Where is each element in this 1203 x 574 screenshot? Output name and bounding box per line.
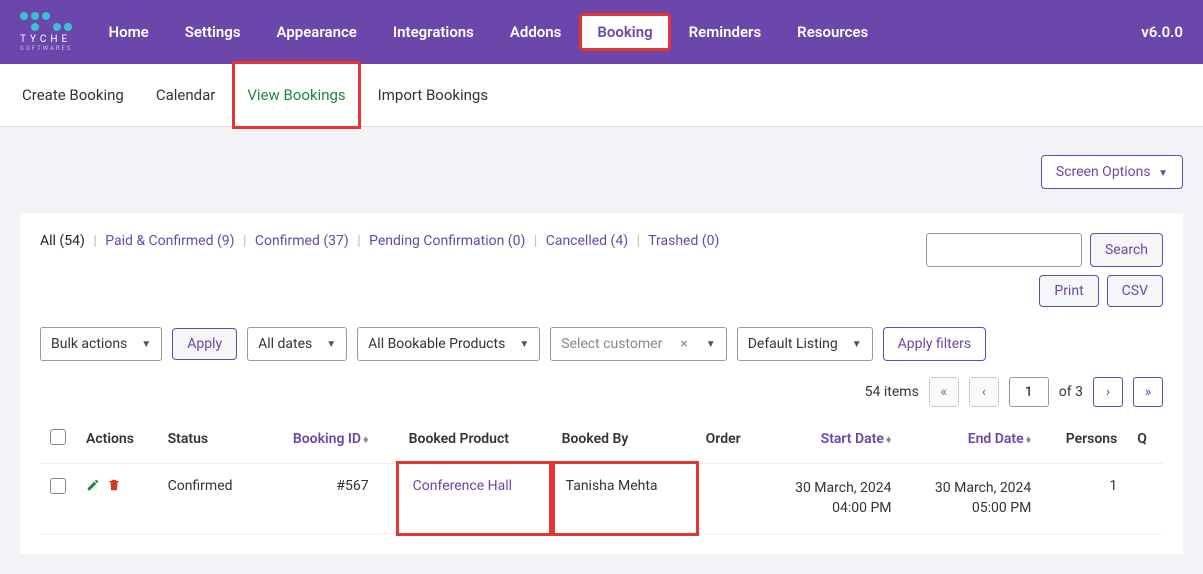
chevron-down-icon: ▼ [519, 339, 529, 350]
brand-name: TYCHE [20, 34, 71, 45]
filter-confirmed[interactable]: Confirmed (37) [255, 233, 349, 249]
cell-booked-product: Conference Hall [399, 464, 552, 534]
page-body: Screen Options ▼ All (54) | Paid & Confi… [0, 127, 1203, 574]
pager-prev-button[interactable]: ‹ [969, 377, 999, 407]
col-end-date[interactable]: End Date♦ [902, 415, 1042, 464]
brand-logo[interactable]: TYCHE SOFTWARES [20, 12, 72, 52]
cell-booking-id: #567 [260, 464, 399, 534]
col-q: Q [1127, 415, 1163, 464]
filter-paid-confirmed[interactable]: Paid & Confirmed (9) [105, 233, 234, 249]
chevron-down-icon: ▼ [1158, 168, 1168, 179]
products-select[interactable]: All Bookable Products▼ [357, 327, 540, 361]
subnav-import-bookings[interactable]: Import Bookings [378, 64, 488, 126]
subnav-create-booking[interactable]: Create Booking [22, 64, 124, 126]
chevron-down-icon: ▼ [141, 339, 151, 350]
nav-integrations[interactable]: Integrations [377, 15, 490, 49]
nav-settings[interactable]: Settings [169, 15, 257, 49]
edit-icon[interactable] [86, 480, 103, 496]
col-actions: Actions [76, 415, 158, 464]
pager-last-button[interactable]: » [1133, 377, 1163, 407]
screen-options-label: Screen Options [1056, 164, 1151, 180]
customer-select[interactable]: Select customer × ▼ [550, 327, 726, 361]
brand-subtitle: SOFTWARES [20, 45, 72, 52]
col-booked-by: Booked By [552, 415, 696, 464]
pager-next-button[interactable]: › [1093, 377, 1123, 407]
bulk-apply-button[interactable]: Apply [172, 328, 237, 360]
table-row: Confirmed #567 Conference Hall Tanisha M… [40, 464, 1163, 534]
version-label: v6.0.0 [1141, 23, 1183, 41]
row-checkbox[interactable] [50, 478, 66, 494]
bulk-actions-row: Bulk actions▼ Apply All dates▼ All Booka… [40, 327, 1163, 361]
select-all-checkbox[interactable] [50, 429, 66, 445]
bulk-actions-select[interactable]: Bulk actions▼ [40, 327, 162, 361]
dates-select[interactable]: All dates▼ [247, 327, 347, 361]
pager-page-input[interactable] [1009, 377, 1049, 407]
cell-order [696, 464, 762, 534]
chevron-down-icon: ▼ [706, 339, 716, 350]
top-navbar: TYCHE SOFTWARES Home Settings Appearance… [0, 0, 1203, 64]
nav-booking[interactable]: Booking [581, 15, 668, 49]
chevron-down-icon: ▼ [326, 339, 336, 350]
nav-home[interactable]: Home [92, 15, 164, 49]
nav-appearance[interactable]: Appearance [261, 15, 373, 49]
cell-start-date: 30 March, 2024 04:00 PM [762, 464, 902, 534]
pager-first-button[interactable]: « [929, 377, 959, 407]
chevron-down-icon: ▼ [852, 339, 862, 350]
nav-reminders[interactable]: Reminders [673, 15, 778, 49]
pager-of-text: of 3 [1059, 384, 1083, 400]
sub-navbar: Create Booking Calendar View Bookings Im… [0, 64, 1203, 127]
filter-trashed[interactable]: Trashed (0) [648, 233, 719, 249]
status-filter-links: All (54) | Paid & Confirmed (9) | Confir… [40, 233, 719, 249]
search-button[interactable]: Search [1090, 233, 1163, 267]
cell-persons: 1 [1041, 464, 1127, 534]
cell-booked-by: Tanisha Mehta [552, 464, 696, 534]
search-input[interactable] [926, 233, 1082, 267]
apply-filters-button[interactable]: Apply filters [883, 327, 987, 361]
sort-icon: ♦ [886, 433, 892, 446]
cell-end-date: 30 March, 2024 05:00 PM [902, 464, 1042, 534]
bookings-panel: All (54) | Paid & Confirmed (9) | Confir… [20, 213, 1183, 554]
subnav-view-bookings[interactable]: View Bookings [235, 64, 357, 126]
filter-cancelled[interactable]: Cancelled (4) [546, 233, 628, 249]
pager: 54 items « ‹ of 3 › » [40, 377, 1163, 407]
pager-items-count: 54 items [865, 384, 919, 400]
nav-items: Home Settings Appearance Integrations Ad… [92, 15, 1141, 49]
col-booking-id[interactable]: Booking ID♦ [260, 415, 399, 464]
nav-resources[interactable]: Resources [781, 15, 884, 49]
filter-all[interactable]: All (54) [40, 233, 85, 249]
print-button[interactable]: Print [1039, 275, 1098, 307]
col-booked-product: Booked Product [399, 415, 552, 464]
bookings-table: Actions Status Booking ID♦ Booked Produc… [40, 415, 1163, 534]
filter-pending[interactable]: Pending Confirmation (0) [369, 233, 525, 249]
product-link[interactable]: Conference Hall [413, 478, 512, 494]
cell-status: Confirmed [158, 464, 260, 534]
clear-icon[interactable]: × [676, 336, 691, 352]
col-status: Status [158, 415, 260, 464]
screen-options-button[interactable]: Screen Options ▼ [1041, 155, 1183, 189]
csv-button[interactable]: CSV [1107, 275, 1163, 307]
brand-dots [20, 12, 72, 31]
col-order: Order [696, 415, 762, 464]
col-persons: Persons [1041, 415, 1127, 464]
col-start-date[interactable]: Start Date♦ [762, 415, 902, 464]
trash-icon[interactable] [107, 480, 121, 496]
nav-addons[interactable]: Addons [494, 15, 577, 49]
sort-icon: ♦ [1026, 433, 1032, 446]
listing-select[interactable]: Default Listing▼ [737, 327, 873, 361]
sort-icon: ♦ [363, 433, 369, 446]
subnav-calendar[interactable]: Calendar [156, 64, 216, 126]
